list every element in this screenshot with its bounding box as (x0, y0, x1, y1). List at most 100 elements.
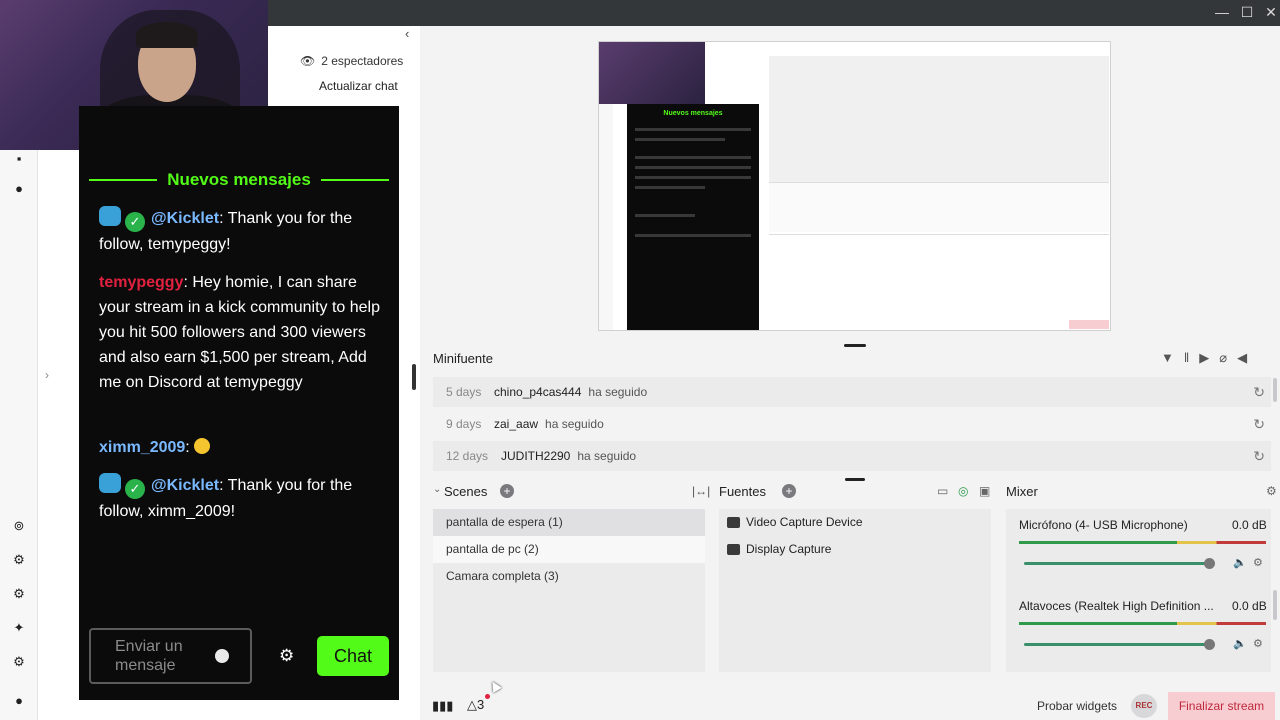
volume-slider[interactable] (1024, 562, 1214, 565)
replay-icon[interactable]: ↻ (1253, 448, 1265, 465)
chat-username[interactable]: @Kicklet (151, 210, 219, 227)
channel-settings-icon[interactable]: ⚙ (1253, 556, 1263, 569)
warning-icon[interactable]: △3 (467, 697, 484, 713)
minimize-icon[interactable]: — (1212, 4, 1232, 20)
skip-icon[interactable]: ▶ (1199, 350, 1209, 366)
preview-chat-line (635, 214, 695, 217)
preview-chat-line (635, 166, 751, 169)
event-row: 9 days zai_aaw ha seguido ↻ (433, 409, 1271, 439)
banner-line-left (89, 179, 158, 181)
emoji-picker-icon[interactable] (215, 649, 229, 663)
extensions-icon[interactable]: ⚙ (11, 552, 27, 568)
plugins-icon[interactable]: ⚙ (11, 586, 27, 602)
minifuente-title: Minifuente (433, 351, 493, 366)
speaker-icon[interactable]: 🔈 (1233, 556, 1247, 569)
scene-item[interactable]: pantalla de pc (2) (433, 536, 705, 563)
chat-message: temypeggy: Hey homie, I can share your s… (99, 270, 389, 395)
channel-settings-icon[interactable]: ⚙ (1253, 637, 1263, 650)
warning-count: 3 (477, 697, 485, 712)
chat-username[interactable]: temypeggy (99, 274, 183, 291)
eye-icon: 👁 (300, 54, 316, 68)
volume-slider[interactable] (1024, 643, 1214, 646)
volume-icon[interactable]: ◀ (1237, 350, 1247, 366)
collapse-scenes-icon[interactable]: ⌄ (433, 484, 441, 495)
mixer-scrollbar[interactable] (1273, 590, 1277, 620)
folder-icon[interactable]: ▣ (979, 484, 990, 498)
chat-username[interactable]: @Kicklet (151, 477, 219, 494)
scene-item[interactable]: Camara completa (3) (433, 563, 705, 590)
play-icon[interactable]: ● (11, 180, 27, 196)
close-icon[interactable]: ✕ (1261, 4, 1280, 21)
add-source-icon[interactable]: + (782, 484, 796, 498)
preview-docks (769, 234, 1109, 312)
minifuente-toolbar: ▼ ‖ ▶ ⌀ ◀ (1161, 350, 1247, 366)
stream-preview[interactable]: Nuevos mensajes (598, 41, 1111, 331)
volume-meter (1019, 622, 1266, 625)
warning-dot (485, 694, 490, 699)
filter-icon[interactable]: ▼ (1161, 350, 1174, 366)
scene-item[interactable]: pantalla de espera (1) (433, 509, 705, 536)
chat-message: ✓ @Kicklet: Thank you for the follow, xim… (99, 473, 389, 524)
volume-slider-knob[interactable] (1204, 558, 1215, 569)
event-action: ha seguido (577, 449, 637, 463)
mixer-channel-name: Altavoces (Realtek High Definition ... (1019, 599, 1214, 613)
mixer-settings-icon[interactable]: ⚙ (1266, 484, 1277, 498)
camera-icon (727, 516, 740, 528)
left-icon-rail: ▪ ● ⊚ ⚙ ⚙ ✦ ⚙ ● (0, 150, 38, 720)
source-item[interactable]: Display Capture (727, 542, 831, 556)
event-user: JUDITH2290 (501, 449, 571, 463)
mixer-title: Mixer (1006, 484, 1038, 499)
preview-end-button (1069, 320, 1109, 329)
link-icon[interactable]: ⊚ (11, 518, 27, 534)
scene-transition-icon[interactable]: |↔| (692, 484, 710, 498)
mixer-channel-db: 0.0 dB (1232, 518, 1267, 532)
source-label: Video Capture Device (746, 515, 863, 529)
verified-icon: ✓ (125, 479, 145, 499)
preview-chat-line (635, 186, 705, 189)
profile-icon[interactable]: ● (11, 692, 27, 708)
webcam-person-hair (136, 22, 198, 48)
speaker-icon[interactable]: 🔈 (1233, 637, 1247, 650)
expand-sidebar-icon[interactable]: › (45, 368, 49, 382)
docks-resize-handle[interactable] (845, 478, 865, 481)
pause-icon[interactable]: ‖ (1184, 350, 1189, 366)
minifuente-scrollbar[interactable] (1273, 378, 1277, 402)
dock-icon[interactable]: ▪ (11, 150, 27, 166)
panel-resize-handle[interactable] (412, 364, 416, 390)
screen-source-icon[interactable]: ▭ (937, 484, 948, 498)
replay-icon[interactable]: ↻ (1253, 416, 1265, 433)
event-time: 12 days (446, 449, 489, 463)
source-item[interactable]: Video Capture Device (727, 515, 863, 529)
bot-icon (99, 473, 121, 493)
chat-username[interactable]: ximm_2009 (99, 439, 185, 456)
minifuente-resize-handle[interactable] (844, 344, 866, 347)
settings-icon[interactable]: ⚙ (11, 654, 27, 670)
replay-icon[interactable]: ↻ (1253, 384, 1265, 401)
preview-chat-line (635, 128, 751, 131)
refresh-chat-link[interactable]: Actualizar chat (319, 79, 398, 93)
test-widgets-button[interactable]: Probar widgets (1037, 699, 1117, 713)
collapse-panel-icon[interactable]: ‹ (405, 26, 409, 41)
preview-minifuente (769, 182, 1109, 232)
send-chat-button[interactable]: Chat (317, 636, 389, 676)
sparkles-icon[interactable]: ✦ (11, 620, 27, 636)
chat-settings-icon[interactable]: ⚙ (279, 646, 294, 666)
new-messages-banner: Nuevos mensajes (89, 170, 390, 190)
mixer-panel (1006, 509, 1271, 672)
mute-notifications-icon[interactable]: ⌀ (1219, 350, 1227, 366)
record-button[interactable]: REC (1131, 694, 1157, 718)
chat-text: : Hey homie, I can share your stream in … (99, 274, 380, 391)
volume-slider-knob[interactable] (1204, 639, 1215, 650)
chat-widget: Nuevos mensajes ✓ @Kicklet: Thank you for… (79, 106, 399, 700)
widget-source-icon[interactable]: ◎ (958, 484, 968, 498)
bot-icon (99, 206, 121, 226)
end-stream-button[interactable]: Finalizar stream (1168, 692, 1275, 720)
stats-icon[interactable]: ▮▮▮ (432, 698, 453, 714)
mixer-channel-db: 0.0 dB (1232, 599, 1267, 613)
preview-rail (599, 104, 613, 330)
event-action: ha seguido (588, 385, 648, 399)
maximize-icon[interactable]: ☐ (1237, 4, 1257, 21)
add-scene-icon[interactable]: + (500, 484, 514, 498)
scenes-title: Scenes (444, 484, 488, 499)
chat-text: : (185, 439, 195, 456)
